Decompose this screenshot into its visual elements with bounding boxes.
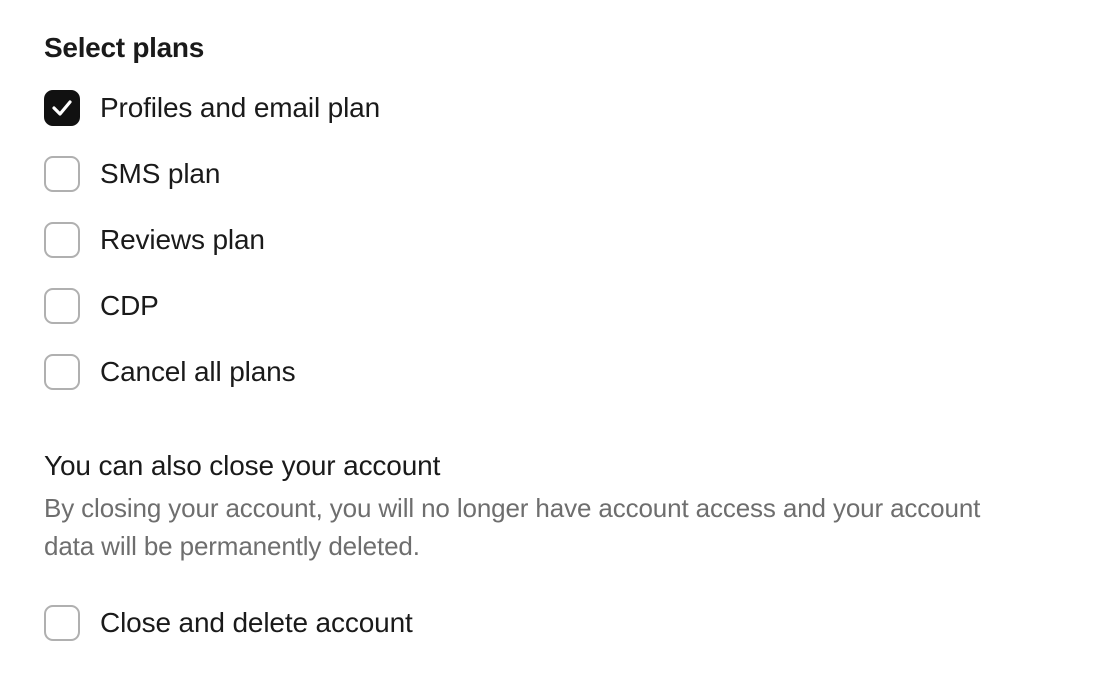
checkbox-unchecked-icon	[44, 354, 80, 390]
checkbox-unchecked-icon	[44, 288, 80, 324]
select-plans-heading: Select plans	[44, 32, 1076, 64]
plan-option-label: Profiles and email plan	[100, 92, 380, 124]
plan-option-label: SMS plan	[100, 158, 220, 190]
checkbox-checked-icon	[44, 90, 80, 126]
plan-option-label: CDP	[100, 290, 159, 322]
checkbox-unchecked-icon	[44, 605, 80, 641]
close-account-description: By closing your account, you will no lon…	[44, 490, 1004, 565]
close-delete-account-label: Close and delete account	[100, 607, 413, 639]
close-delete-account-option[interactable]: Close and delete account	[44, 605, 1076, 641]
plan-option-cdp[interactable]: CDP	[44, 288, 1076, 324]
plan-option-sms[interactable]: SMS plan	[44, 156, 1076, 192]
select-plans-section: Select plans Profiles and email plan SMS…	[44, 32, 1076, 390]
plan-option-label: Cancel all plans	[100, 356, 295, 388]
checkbox-unchecked-icon	[44, 222, 80, 258]
checkbox-unchecked-icon	[44, 156, 80, 192]
close-account-section: You can also close your account By closi…	[44, 450, 1076, 641]
plan-option-profiles-email[interactable]: Profiles and email plan	[44, 90, 1076, 126]
plan-option-reviews[interactable]: Reviews plan	[44, 222, 1076, 258]
close-account-heading: You can also close your account	[44, 450, 1076, 482]
plan-option-label: Reviews plan	[100, 224, 265, 256]
plans-checkbox-list: Profiles and email plan SMS plan Reviews…	[44, 90, 1076, 390]
plan-option-cancel-all[interactable]: Cancel all plans	[44, 354, 1076, 390]
